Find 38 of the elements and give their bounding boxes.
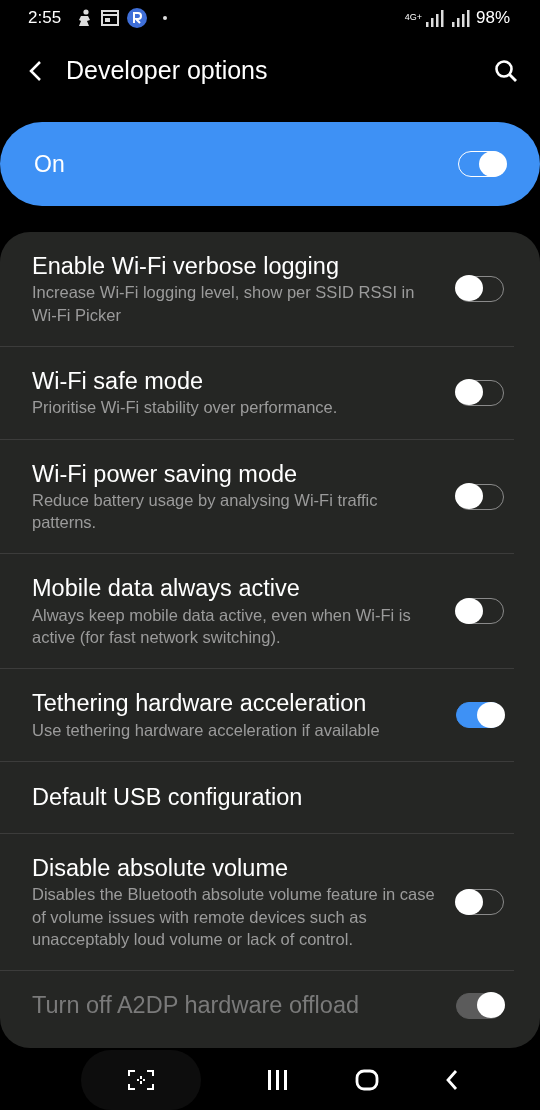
master-toggle[interactable] [458, 151, 506, 177]
page-title: Developer options [66, 55, 269, 87]
setting-title: Default USB configuration [32, 782, 304, 812]
setting-row[interactable]: Wi-Fi safe mode Prioritise Wi-Fi stability over performance. [0, 346, 514, 440]
setting-title: Mobile data always active [32, 574, 301, 604]
back-icon[interactable] [28, 60, 42, 82]
setting-title: Tethering hardware acceleration [32, 689, 368, 719]
recent-apps-icon[interactable] [267, 1070, 289, 1090]
setting-title: Turn off A2DP hardware offload [32, 991, 361, 1021]
dot-icon [163, 16, 168, 20]
setting-row[interactable]: Default USB configuration [0, 762, 514, 834]
master-label: On [34, 149, 65, 179]
signal-icon [425, 9, 472, 27]
setting-description: Disables the Bluetooth absolute volume feature in case of volume issues with remote devices such as unacceptably loud volume or lack of control. [32, 884, 436, 950]
setting-title: Wi-Fi safe mode [32, 366, 205, 396]
setting-title: Disable absolute volume [32, 854, 290, 883]
setting-description: Increase Wi-Fi logging level, show per SSID RSSI in Wi-Fi Picker [32, 282, 416, 326]
setting-title: Wi-Fi power saving mode [32, 459, 299, 489]
setting-row[interactable]: Enable Wi-Fi verbose logging Increase Wi-Fi logging level, show per SSID RSSI in Wi-Fi Picker [0, 232, 514, 347]
back-icon[interactable] [445, 1069, 459, 1091]
battery-level: 98% [475, 7, 510, 30]
toggle-switch[interactable] [456, 702, 504, 729]
setting-row[interactable]: Wi-Fi power saving mode Reduce battery usage by analysing Wi-Fi traffic patterns. [0, 439, 514, 555]
setting-title: Enable Wi-Fi verbose logging [32, 252, 340, 281]
network-label: 4G+ [404, 11, 422, 25]
search-icon[interactable] [494, 59, 518, 83]
setting-description: Prioritise Wi-Fi stability over performance. [32, 397, 339, 419]
calendar-icon [101, 10, 120, 26]
setting-description: Reduce battery usage by analysing Wi-Fi traffic patterns. [32, 489, 379, 534]
setting-row[interactable]: Disable absolute volume Disables the Bluetooth absolute volume feature in case of volume issues with remote devices such as unacceptably loud volume or lack of control. [0, 834, 514, 972]
setting-description: Use tethering hardware acceleration if available [32, 719, 381, 741]
app-icon [127, 8, 148, 28]
home-icon[interactable] [355, 1069, 379, 1091]
setting-row[interactable]: Tethering hardware acceleration Use tethering hardware acceleration if available [0, 669, 514, 762]
screenshot-icon[interactable] [128, 1070, 154, 1090]
setting-description: Always keep mobile data active, even when Wi-Fi is active (for fast network switching). [32, 604, 412, 649]
clock: 2:55 [28, 7, 62, 30]
setting-row[interactable]: Mobile data always active Always keep mobile data active, even when Wi-Fi is active (for fast network switching). [0, 554, 514, 670]
